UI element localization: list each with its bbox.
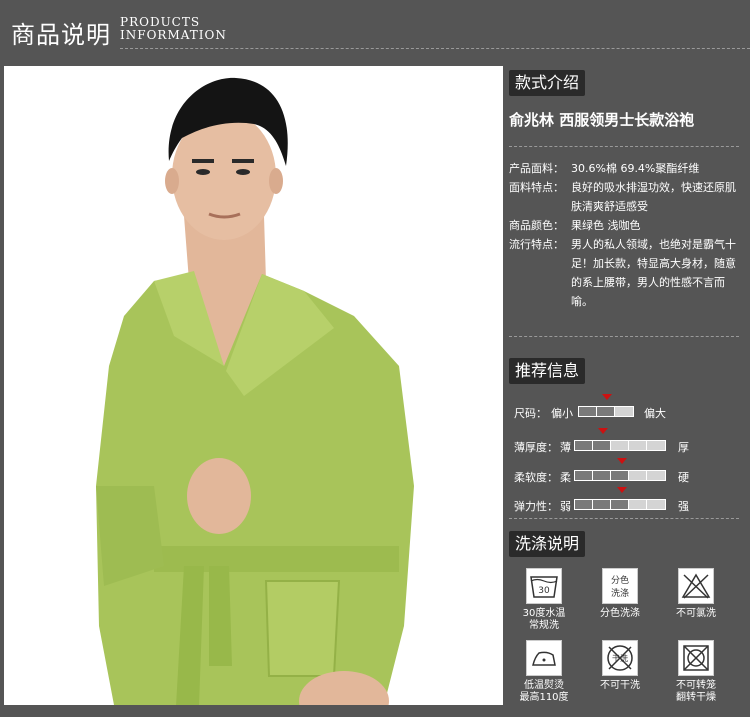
meter-bar <box>574 470 666 481</box>
section-subtitle: PRODUCTS INFORMATION <box>120 16 227 42</box>
meter-segment <box>629 471 647 480</box>
meter-segment <box>593 471 611 480</box>
wash-label-line-2: 最高110度 <box>519 692 569 703</box>
meter-segment <box>575 471 593 480</box>
spec-row: 产品面料： 30.6%棉 69.4%聚酯纤维 <box>509 159 739 178</box>
meter-segment <box>579 407 597 416</box>
meter-high-label: 硬 <box>678 471 689 484</box>
svg-text:洗涤: 洗涤 <box>611 587 629 599</box>
no-tumble-dry-icon <box>678 640 714 676</box>
wash-label: 低温熨烫 <box>524 680 564 691</box>
meter-segment <box>611 441 629 450</box>
header-divider <box>120 48 750 49</box>
wash-item: 分色 洗涤 分色洗涤 <box>581 568 659 620</box>
wash-item: 干洗不可干洗 <box>581 640 659 692</box>
meter-high-label: 偏大 <box>644 407 666 420</box>
style-section-tag: 款式介绍 <box>509 70 586 96</box>
wash-label: 不可转笼 <box>676 680 716 691</box>
wash-label: 30度水温 <box>522 608 566 619</box>
spec-row: 流行特点： 男人的私人领域，也绝对是霸气十足！加长款，特显高大身材，随意的系上腰… <box>509 235 739 311</box>
spec-divider <box>509 336 739 337</box>
info-panel: 款式介绍 俞兆林 西服领男士长款浴袍 产品面料： 30.6%棉 69.4%聚酯纤… <box>505 66 743 710</box>
spec-key: 商品颜色： <box>509 219 564 232</box>
meter-segment <box>629 500 647 509</box>
meter-high-label: 厚 <box>678 441 689 454</box>
spec-row: 面料特点： 良好的吸水排湿功效，快速还原肌肤清爽舒适感受 <box>509 178 739 216</box>
no-bleach-icon <box>678 568 714 604</box>
product-photo <box>4 66 503 705</box>
section-title: 商品说明 <box>11 21 111 49</box>
wash-label-line-2: 翻转干燥 <box>676 692 716 703</box>
meter-low-label: 弱 <box>560 500 571 513</box>
product-name: 俞兆林 西服领男士长款浴袍 <box>509 111 695 129</box>
meter-segment <box>575 500 593 509</box>
spec-key: 流行特点： <box>509 238 564 251</box>
wash-item: 低温熨烫 最高110度 <box>505 640 583 704</box>
wash-item: 不可转笼 翻转干燥 <box>657 640 735 704</box>
spec-value: 30.6%棉 69.4%聚酯纤维 <box>571 162 700 175</box>
meter-segment <box>593 500 611 509</box>
spec-value: 果绿色 浅咖色 <box>571 219 641 232</box>
meter-row: 尺码： 偏小 偏大 <box>514 394 744 421</box>
meter-row: 薄厚度：薄 厚 <box>514 428 744 455</box>
meter-bar <box>578 406 634 417</box>
meter-low-label: 薄 <box>560 441 571 454</box>
model-in-bathrobe-illustration <box>4 66 503 705</box>
meter-low-label: 偏小 <box>551 407 573 420</box>
subtitle-line-2: INFORMATION <box>120 28 227 42</box>
recommend-divider <box>509 518 739 519</box>
meter-segment <box>647 500 665 509</box>
wash-30-icon: 30 <box>526 568 562 604</box>
svg-text:分色: 分色 <box>611 574 629 586</box>
meter-bar <box>574 499 666 510</box>
meter-label: 尺码： <box>514 407 547 420</box>
meter-label: 薄厚度： <box>514 441 558 454</box>
meter-label: 柔软度： <box>514 471 558 484</box>
meter-segment <box>615 407 633 416</box>
meter-marker <box>617 458 627 464</box>
meter-segment <box>575 441 593 450</box>
wash-label-line-2: 常规洗 <box>529 620 559 631</box>
meter-segment <box>597 407 615 416</box>
spec-row: 商品颜色： 果绿色 浅咖色 <box>509 216 739 235</box>
product-name-divider <box>509 146 739 147</box>
meter-segment <box>611 500 629 509</box>
svg-text:30: 30 <box>538 586 550 596</box>
wash-item: 不可氯洗 <box>657 568 735 620</box>
meter-segment <box>611 471 629 480</box>
header-bar: 商品说明 PRODUCTS INFORMATION <box>0 0 750 57</box>
no-dry-clean-icon: 干洗 <box>602 640 638 676</box>
meter-marker <box>602 394 612 400</box>
meter-row: 柔软度：柔 硬 <box>514 458 744 485</box>
low-iron-icon <box>526 640 562 676</box>
wash-label: 不可氯洗 <box>676 608 716 619</box>
meter-marker <box>617 487 627 493</box>
spec-value: 男人的私人领域，也绝对是霸气十足！加长款，特显高大身材，随意的系上腰带，男人的性… <box>571 238 736 308</box>
wash-label: 不可干洗 <box>600 680 640 691</box>
separate-wash-icon: 分色 洗涤 <box>602 568 638 604</box>
meter-low-label: 柔 <box>560 471 571 484</box>
spec-key: 产品面料： <box>509 162 564 175</box>
spec-key: 面料特点： <box>509 181 564 194</box>
meter-segment <box>647 471 665 480</box>
spec-list: 产品面料： 30.6%棉 69.4%聚酯纤维 面料特点： 良好的吸水排湿功效，快… <box>509 159 739 311</box>
meter-label: 弹力性： <box>514 500 558 513</box>
meter-row: 弹力性：弱 强 <box>514 487 744 514</box>
wash-section-tag: 洗涤说明 <box>509 531 586 557</box>
meter-bar <box>574 440 666 451</box>
meter-segment <box>647 441 665 450</box>
meter-marker <box>597 428 608 434</box>
wash-label: 分色洗涤 <box>600 608 640 619</box>
meter-segment <box>593 441 611 450</box>
meter-segment <box>629 441 647 450</box>
meter-high-label: 强 <box>678 500 689 513</box>
wash-item: 30 30度水温 常规洗 <box>505 568 583 632</box>
recommend-section-tag: 推荐信息 <box>509 358 586 384</box>
spec-value: 良好的吸水排湿功效，快速还原肌肤清爽舒适感受 <box>571 181 736 213</box>
